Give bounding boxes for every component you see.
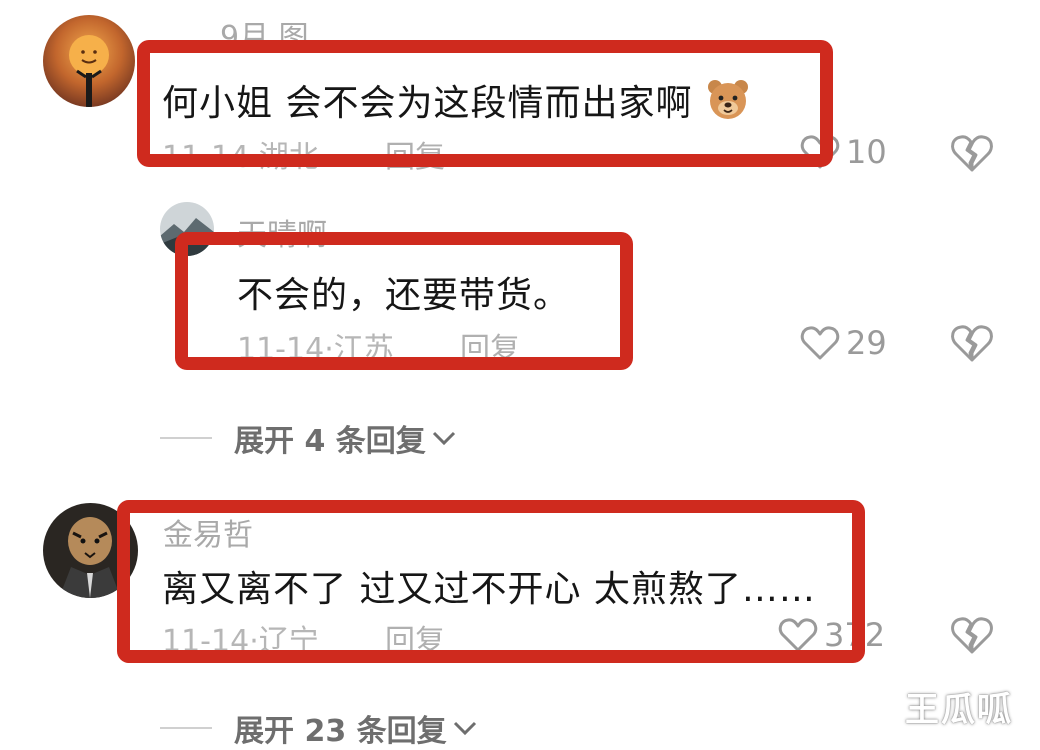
broken-heart-icon <box>951 617 993 654</box>
chevron-down-icon <box>432 431 455 446</box>
like-count: 10 <box>846 133 887 171</box>
avatar[interactable] <box>43 15 135 107</box>
highlight-box <box>175 232 633 370</box>
dislike-button[interactable] <box>950 133 994 177</box>
divider-line <box>160 727 212 729</box>
highlight-box <box>137 40 833 167</box>
broken-heart-icon <box>951 135 993 172</box>
chevron-down-icon <box>453 721 476 736</box>
broken-heart-icon <box>951 325 993 362</box>
dislike-button[interactable] <box>950 323 994 367</box>
divider-line <box>160 437 212 439</box>
highlight-box <box>117 500 865 663</box>
dislike-button[interactable] <box>950 615 994 659</box>
expand-replies-label: 展开 4 条回复 <box>234 424 426 459</box>
expand-replies-button[interactable]: 展开 4 条回复 <box>160 416 458 460</box>
watermark: 王瓜呱 <box>905 690 1013 730</box>
heart-outline-icon <box>800 326 840 360</box>
like-button[interactable]: 29 <box>800 324 887 362</box>
expand-replies-button[interactable]: 展开 23 条回复 <box>160 706 479 750</box>
expand-replies-label: 展开 23 条回复 <box>234 714 447 749</box>
like-count: 29 <box>846 324 887 362</box>
